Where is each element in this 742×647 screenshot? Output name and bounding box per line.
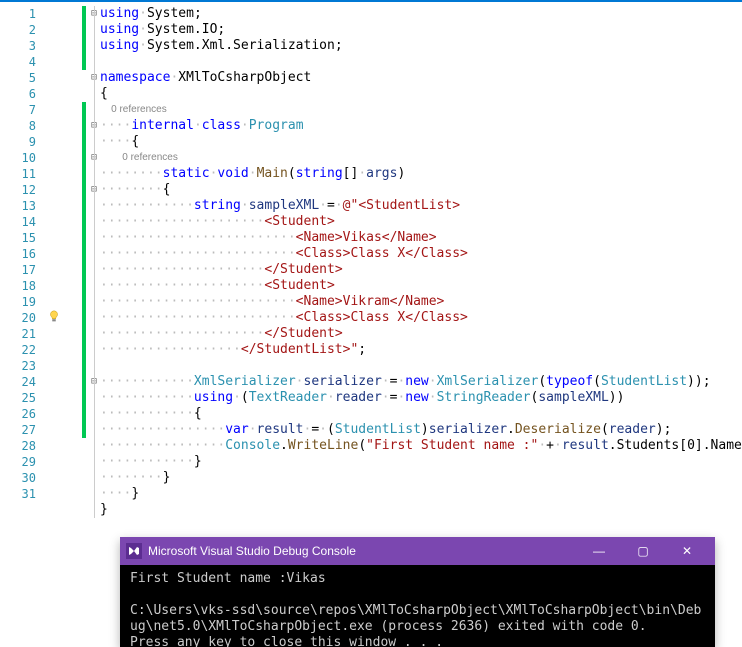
- code-line: ····{: [100, 134, 742, 150]
- code-line: ············}: [100, 454, 742, 470]
- change-marker: [82, 6, 86, 70]
- line-number: 12: [0, 182, 46, 198]
- code-line: ········}: [100, 470, 742, 486]
- line-number: 3: [0, 38, 46, 54]
- code-line: ················var·result·=·(StudentLis…: [100, 422, 742, 438]
- line-number: 15: [0, 230, 46, 246]
- code-line: ·····················<Student>: [100, 278, 742, 294]
- code-line: using·System;: [100, 6, 742, 22]
- code-line: ············{: [100, 406, 742, 422]
- console-output[interactable]: First Student name :Vikas C:\Users\vks-s…: [120, 565, 715, 647]
- line-number: 31: [0, 486, 46, 502]
- line-number-gutter: 1 2 3 4 5 6 7 8 9 10 11 12 13 14 15 16 1…: [0, 2, 46, 647]
- code-line: ····internal·class·Program: [100, 118, 742, 134]
- line-number: 21: [0, 326, 46, 342]
- code-line: [100, 358, 742, 374]
- code-line: ········{: [100, 182, 742, 198]
- code-area[interactable]: using·System; using·System.IO; using·Sys…: [100, 6, 742, 534]
- minimize-button[interactable]: —: [577, 537, 621, 565]
- code-line: [100, 518, 742, 534]
- code-line: }: [100, 502, 742, 518]
- change-marker: [82, 102, 86, 438]
- code-line: [100, 54, 742, 70]
- code-line: using·System.Xml.Serialization;: [100, 38, 742, 54]
- line-number: 29: [0, 454, 46, 470]
- line-number: 18: [0, 278, 46, 294]
- line-number: 23: [0, 358, 46, 374]
- line-number: 26: [0, 406, 46, 422]
- code-line: ·····················</Student>: [100, 262, 742, 278]
- code-line: ·························<Name>Vikram</N…: [100, 294, 742, 310]
- line-number: 17: [0, 262, 46, 278]
- code-line: ·····················</Student>: [100, 326, 742, 342]
- code-line: ········static·void·Main(string[]·args): [100, 166, 742, 182]
- code-editor[interactable]: 1 2 3 4 5 6 7 8 9 10 11 12 13 14 15 16 1…: [0, 0, 742, 647]
- code-line: ············XmlSerializer·serializer·=·n…: [100, 374, 742, 390]
- line-number: 5: [0, 70, 46, 86]
- line-number: 25: [0, 390, 46, 406]
- code-line: {: [100, 86, 742, 102]
- line-number: 7: [0, 102, 46, 118]
- line-number: 13: [0, 198, 46, 214]
- code-line: ············string·sampleXML·=·@"<Studen…: [100, 198, 742, 214]
- line-number: 9: [0, 134, 46, 150]
- line-number: 11: [0, 166, 46, 182]
- maximize-button[interactable]: ▢: [621, 537, 665, 565]
- codelens[interactable]: 0 references: [100, 150, 742, 166]
- code-line: ·····················<Student>: [100, 214, 742, 230]
- outline-line: [94, 6, 95, 518]
- line-number: 10: [0, 150, 46, 166]
- code-line: ····}: [100, 486, 742, 502]
- code-line: ············using·(TextReader·reader·=·n…: [100, 390, 742, 406]
- code-line: ·························<Class>Class X<…: [100, 310, 742, 326]
- line-number: 16: [0, 246, 46, 262]
- codelens[interactable]: 0 references: [100, 102, 742, 118]
- code-line: ·························<Class>Class X<…: [100, 246, 742, 262]
- line-number: 8: [0, 118, 46, 134]
- code-line: namespace·XMlToCsharpObject: [100, 70, 742, 86]
- line-number: 19: [0, 294, 46, 310]
- line-number: 6: [0, 86, 46, 102]
- line-number: 2: [0, 22, 46, 38]
- debug-console-window[interactable]: Microsoft Visual Studio Debug Console — …: [120, 537, 715, 647]
- code-line: ·························<Name>Vikas</Na…: [100, 230, 742, 246]
- line-number: 14: [0, 214, 46, 230]
- vs-icon: [126, 543, 142, 559]
- line-number: 24: [0, 374, 46, 390]
- console-title-text: Microsoft Visual Studio Debug Console: [148, 544, 356, 558]
- line-number: 27: [0, 422, 46, 438]
- line-number: 28: [0, 438, 46, 454]
- line-number: 1: [0, 6, 46, 22]
- line-number: 30: [0, 470, 46, 486]
- titlebar[interactable]: Microsoft Visual Studio Debug Console — …: [120, 537, 715, 565]
- line-number: 22: [0, 342, 46, 358]
- code-line: using·System.IO;: [100, 22, 742, 38]
- code-line: ················Console.WriteLine("First…: [100, 438, 742, 454]
- line-number: 20: [0, 310, 46, 326]
- code-line: ··················</StudentList>";: [100, 342, 742, 358]
- line-number: 4: [0, 54, 46, 70]
- lightbulb-icon[interactable]: [47, 310, 61, 324]
- close-button[interactable]: ✕: [665, 537, 709, 565]
